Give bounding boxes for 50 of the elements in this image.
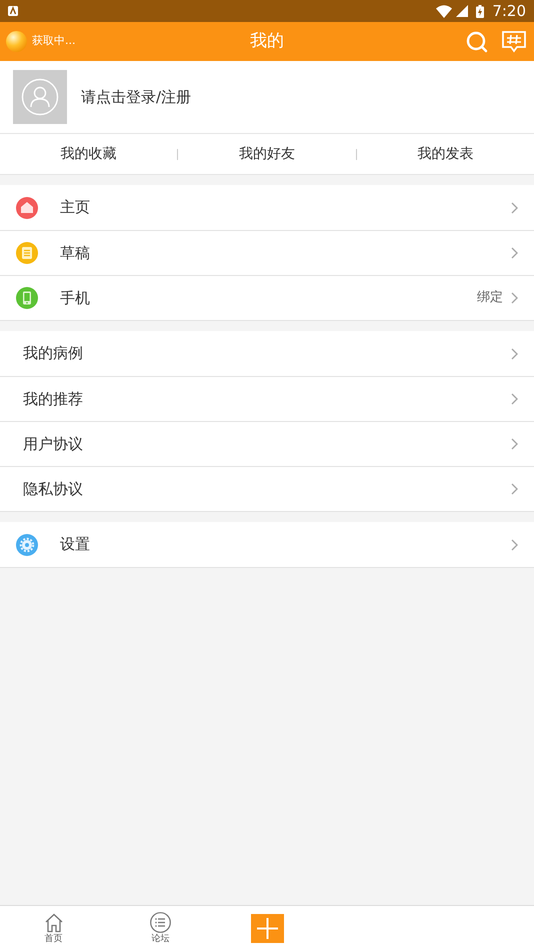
menu-item[interactable]: 主页 [0,185,534,230]
battery-icon [476,4,484,18]
home-icon [44,912,64,932]
chevron-icon [511,202,518,214]
menu-label: 草稿 [60,242,90,264]
signal-icon [456,5,468,17]
menu-label: 主页 [60,197,90,218]
plus-icon [257,918,278,938]
chevron-icon [511,538,518,550]
nav-tab[interactable]: 论坛 [150,912,171,944]
menu-label: 我的病例 [23,343,83,364]
page-title: 我的 [250,30,284,53]
person-icon [21,78,59,116]
chevron-icon [511,483,518,495]
tab[interactable]: 我的收藏 [0,144,178,164]
menu-item[interactable]: 我的推荐 [0,376,534,421]
notification-icon [8,6,18,16]
phone-icon [16,287,38,309]
menu-label: 用户协议 [23,434,83,455]
chevron-icon [511,292,518,304]
topic-icon[interactable] [502,30,526,52]
search-icon[interactable] [466,30,488,52]
chevron-icon [511,438,518,450]
menu-item[interactable]: 我的病例 [0,331,534,376]
chevron-icon [511,247,518,259]
chevron-icon [511,393,518,405]
menu-item[interactable]: 手机 绑定 [0,275,534,320]
menu-item[interactable]: 草稿 [0,230,534,275]
gear-icon [16,534,38,556]
nav-tab[interactable]: 首页 [44,912,64,944]
menu-value: 绑定 [477,289,503,308]
menu-label: 隐私协议 [23,478,83,500]
tab[interactable]: 我的发表 [356,144,534,164]
menu-item[interactable]: 隐私协议 [0,466,534,511]
menu-label: 手机 [60,288,90,309]
add-button[interactable] [251,914,284,942]
menu-label: 设置 [60,534,90,556]
chevron-icon [511,348,518,360]
home-icon [16,196,38,218]
list-icon [150,912,171,933]
avatar[interactable] [13,70,67,124]
tab[interactable]: 我的好友 [178,144,356,164]
wifi-icon [436,4,452,18]
orb-icon [6,31,27,52]
note-icon [16,242,38,264]
menu-item[interactable]: 设置 [0,522,534,567]
clock: 7:20 [492,0,526,22]
login-link[interactable]: 请点击登录/注册 [81,86,192,108]
menu-label: 我的推荐 [23,388,83,410]
menu-item[interactable]: 用户协议 [0,421,534,466]
